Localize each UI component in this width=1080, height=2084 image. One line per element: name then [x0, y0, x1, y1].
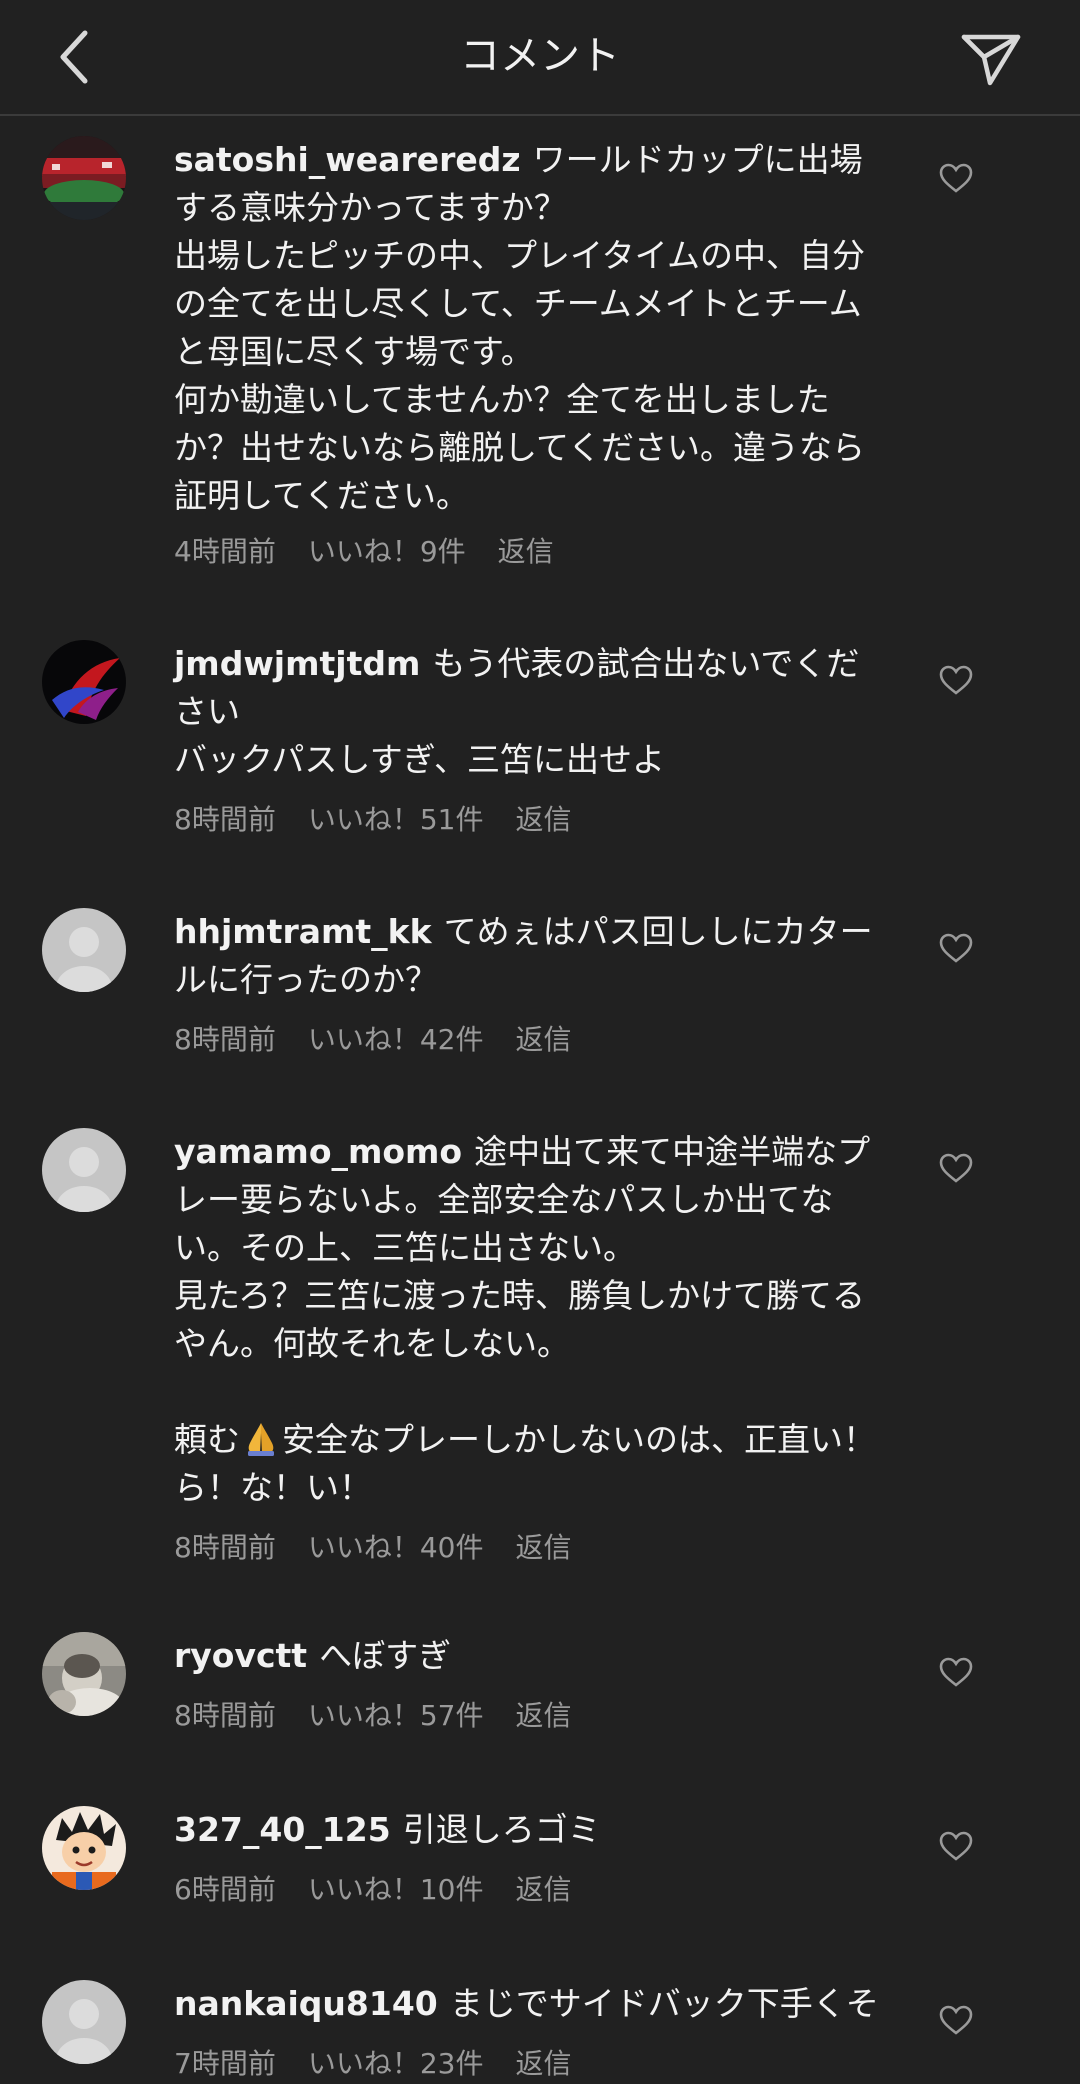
comment-username[interactable]: 327_40_125: [174, 1810, 391, 1849]
comment-username[interactable]: yamamo_momo: [174, 1132, 462, 1171]
comment-body: nankaiqu8140 まじでサイドバック下手くそ: [174, 1980, 890, 2028]
comment-username[interactable]: nankaiqu8140: [174, 1984, 438, 2023]
comment-likes[interactable]: いいね！10件: [308, 1873, 484, 1906]
reply-button[interactable]: 返信: [515, 803, 571, 836]
avatar[interactable]: [42, 136, 126, 220]
comment-meta: 8時間前 いいね！42件 返信: [174, 1020, 603, 1060]
comment-text: へぼすぎ: [319, 1636, 452, 1675]
like-button[interactable]: [936, 928, 976, 968]
heart-outline-icon: [939, 1153, 973, 1183]
like-button[interactable]: [936, 1148, 976, 1188]
comment-username[interactable]: satoshi_weareredz: [174, 140, 521, 179]
default-avatar-icon: [42, 908, 126, 992]
comment-body: hhjmtramt_kk てめぇはパス回ししにカタールに行ったのか？: [174, 908, 890, 1004]
reply-button[interactable]: 返信: [515, 1699, 571, 1732]
share-button[interactable]: [956, 24, 1026, 94]
comment-time: 4時間前: [174, 535, 276, 568]
comment-body: 327_40_125 引退しろゴミ: [174, 1806, 890, 1854]
comment-likes[interactable]: いいね！23件: [308, 2047, 484, 2080]
avatar[interactable]: [42, 1632, 126, 1716]
heart-outline-icon: [939, 1657, 973, 1687]
page-title: コメント: [460, 33, 620, 79]
comment-meta: 6時間前 いいね！10件 返信: [174, 1870, 603, 1910]
comment-body: ryovctt へぼすぎ: [174, 1632, 890, 1680]
comment-meta: 8時間前 いいね！40件 返信: [174, 1528, 603, 1568]
reply-button[interactable]: 返信: [515, 1873, 571, 1906]
like-button[interactable]: [936, 660, 976, 700]
reply-button[interactable]: 返信: [515, 1531, 571, 1564]
comment-time: 8時間前: [174, 1699, 276, 1732]
heart-outline-icon: [939, 1831, 973, 1861]
comment-username[interactable]: jmdwjmtjtdm: [174, 644, 420, 683]
default-avatar-icon: [42, 1128, 126, 1212]
comment-username[interactable]: ryovctt: [174, 1636, 307, 1675]
reply-button[interactable]: 返信: [498, 535, 554, 568]
comment-text: 途中出て来て中途半端なプレー要らないよ。全部安全なパスしか出てない。その上、三笘…: [174, 1132, 871, 1459]
comment-likes[interactable]: いいね！57件: [308, 1699, 484, 1732]
comment-time: 8時間前: [174, 803, 276, 836]
like-button[interactable]: [936, 158, 976, 198]
avatar[interactable]: [42, 640, 126, 724]
comment-text: 引退しろゴミ: [402, 1810, 601, 1849]
comment-body: jmdwjmtjtdm もう代表の試合出ないでください バックパスしすぎ、三笘に出…: [174, 640, 890, 784]
comment-time: 7時間前: [174, 2047, 276, 2080]
comment-likes[interactable]: いいね！51件: [308, 803, 484, 836]
comment-meta: 8時間前 いいね！51件 返信: [174, 800, 603, 840]
folded-hands-emoji: [242, 1419, 280, 1457]
heart-outline-icon: [939, 933, 973, 963]
avatar[interactable]: [42, 1806, 126, 1890]
default-avatar-icon: [42, 1980, 126, 2064]
comment-body: yamamo_momo 途中出て来て中途半端なプレー要らないよ。全部安全なパスしか…: [174, 1128, 890, 1512]
comment-text: ワールドカップに出場する意味分かってますか？ 出場したピッチの中、プレイタイムの…: [174, 140, 866, 515]
comment-body: satoshi_weareredz ワールドカップに出場する意味分かってますか？ …: [174, 136, 890, 520]
heart-outline-icon: [939, 2005, 973, 2035]
comment-username[interactable]: hhjmtramt_kk: [174, 912, 432, 951]
heart-outline-icon: [939, 665, 973, 695]
comment-time: 8時間前: [174, 1531, 276, 1564]
paper-plane-icon: [961, 34, 1021, 86]
like-button[interactable]: [936, 1652, 976, 1692]
comment-text: まじでサイドバック下手くそ: [449, 1984, 879, 2023]
top-bar: コメント: [0, 0, 1080, 116]
heart-outline-icon: [939, 163, 973, 193]
stadium-avatar-image: [42, 136, 126, 220]
comment-likes[interactable]: いいね！40件: [308, 1531, 484, 1564]
cartoon-avatar-image: [42, 1806, 126, 1890]
avatar[interactable]: [42, 908, 126, 992]
avatar[interactable]: [42, 1128, 126, 1212]
reply-button[interactable]: 返信: [515, 1023, 571, 1056]
comment-time: 6時間前: [174, 1873, 276, 1906]
avatar[interactable]: [42, 1980, 126, 2064]
comment-meta: 8時間前 いいね！57件 返信: [174, 1696, 603, 1736]
abstract-avatar-image: [42, 640, 126, 724]
like-button[interactable]: [936, 1826, 976, 1866]
photo-avatar-image: [42, 1632, 126, 1716]
comment-time: 8時間前: [174, 1023, 276, 1056]
comment-meta: 4時間前 いいね！9件 返信: [174, 532, 586, 572]
comment-likes[interactable]: いいね！42件: [308, 1023, 484, 1056]
reply-button[interactable]: 返信: [515, 2047, 571, 2080]
comment-meta: 7時間前 いいね！23件 返信: [174, 2044, 603, 2084]
comment-likes[interactable]: いいね！9件: [308, 535, 466, 568]
like-button[interactable]: [936, 2000, 976, 2040]
